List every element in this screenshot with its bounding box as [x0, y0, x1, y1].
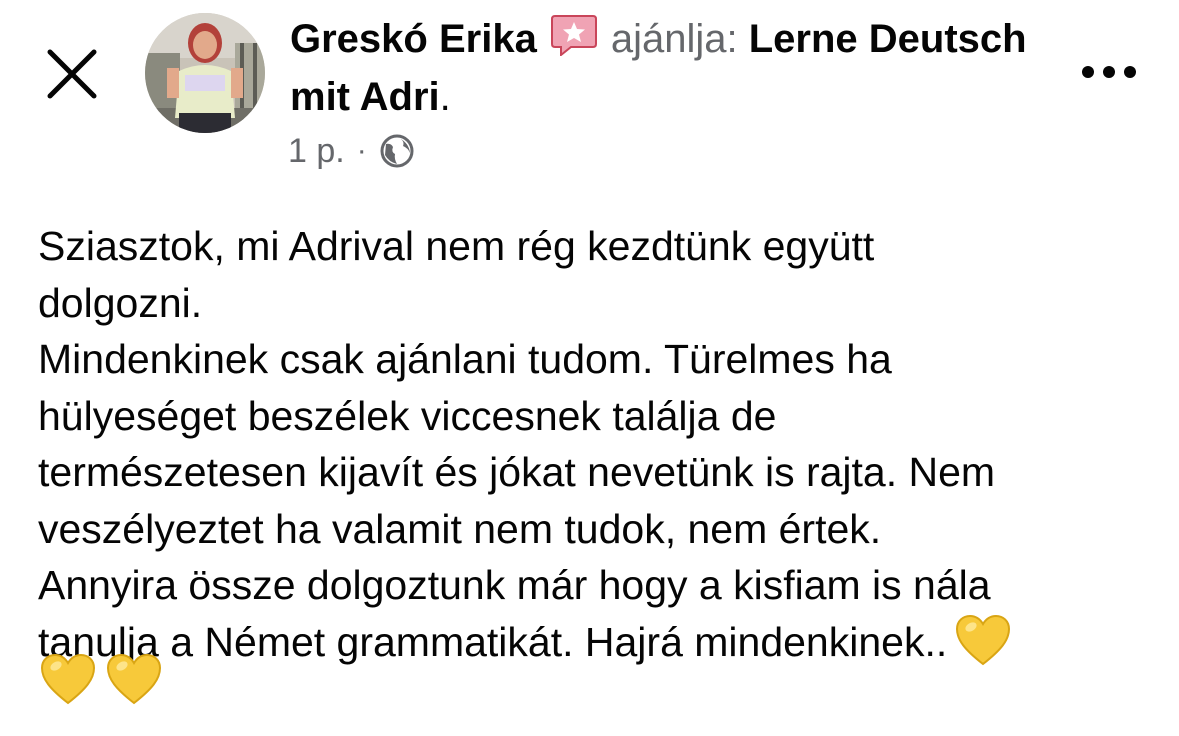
more-icon — [1082, 66, 1136, 78]
close-icon — [47, 49, 97, 99]
post-time[interactable]: 1 p. — [288, 128, 345, 174]
avatar[interactable] — [145, 13, 265, 133]
meta-separator: · — [356, 134, 367, 167]
post-body: Sziasztok, mi Adrival nem rég kezdtünk e… — [38, 218, 1148, 680]
post-header-text: Greskó Erika ajánlja: Lerne Deutsch mit … — [290, 10, 1050, 126]
yellow-heart-emoji — [40, 653, 96, 709]
close-button[interactable] — [44, 46, 100, 102]
trailing-period: . — [439, 75, 451, 119]
globe-icon[interactable] — [379, 133, 415, 169]
post-meta: 1 p. · — [288, 128, 415, 174]
more-options-button[interactable] — [1080, 60, 1140, 84]
post-text: Sziasztok, mi Adrival nem rég kezdtünk e… — [38, 223, 996, 665]
author-name[interactable]: Greskó Erika — [290, 17, 537, 61]
emoji-row — [40, 653, 162, 709]
action-text: ajánlja: — [610, 17, 738, 61]
yellow-heart-emoji — [106, 653, 162, 709]
recommendation-star-icon — [550, 14, 597, 58]
yellow-heart-emoji — [955, 614, 1011, 681]
